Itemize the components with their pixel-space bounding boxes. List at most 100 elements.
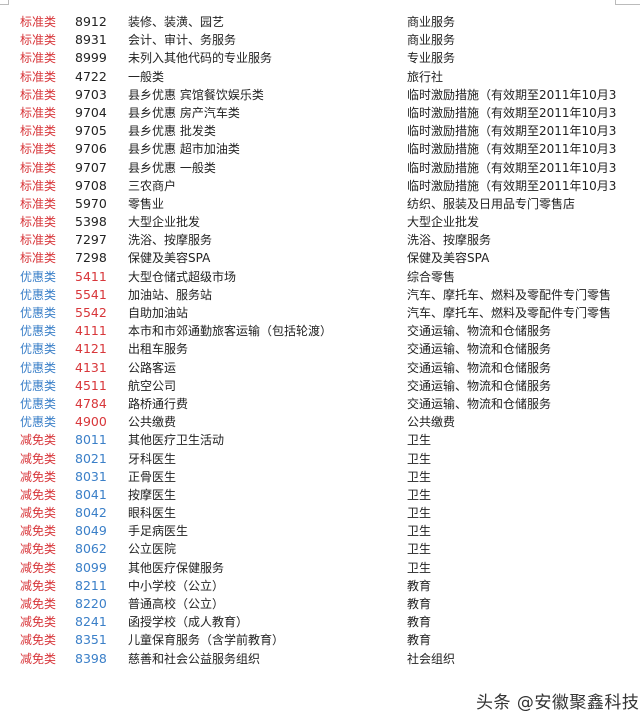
category-cell: 减免类: [20, 578, 57, 593]
description-cell: 牙科医生: [128, 451, 177, 466]
code-cell: 8049: [75, 523, 107, 539]
industry-cell: 纺织、服装及日用品专门零售店: [407, 196, 576, 211]
description-cell: 自助加油站: [128, 306, 189, 320]
table-row: 减免类 8099 其他医疗保健服务 卫生: [0, 559, 640, 577]
industry-cell: 临时激励措施（有效期至2011年10月3: [407, 142, 617, 157]
category-cell: 标准类: [20, 105, 57, 120]
code-cell: 8398: [75, 650, 107, 666]
industry-cell: 卫生: [407, 451, 432, 466]
description-cell: 本市和市郊通勤旅客运输（包括轮渡）: [128, 324, 333, 339]
industry-cell: 卫生: [407, 469, 432, 484]
category-cell: 标准类: [20, 124, 57, 139]
industry-cell: 交通运输、物流和仓储服务: [407, 396, 552, 411]
industry-cell: 卫生: [407, 487, 432, 502]
category-cell: 优惠类: [20, 269, 57, 284]
table-row: 减免类 8049 手足病医生 卫生: [0, 522, 640, 540]
industry-cell: 专业服务: [407, 51, 456, 66]
code-cell: 8041: [75, 486, 107, 502]
code-cell: 9704: [75, 104, 107, 120]
table-row: 标准类 7298 保健及美容SPA 保健及美容SPA: [0, 249, 640, 267]
category-cell: 减免类: [20, 451, 57, 466]
industry-cell: 临时激励措施（有效期至2011年10月3: [407, 124, 617, 139]
category-cell: 优惠类: [20, 342, 57, 357]
category-cell: 减免类: [20, 524, 57, 539]
code-cell: 4121: [75, 341, 107, 357]
code-cell: 8021: [75, 450, 107, 466]
code-cell: 9705: [75, 123, 107, 139]
category-cell: 优惠类: [20, 396, 57, 411]
category-cell: 优惠类: [20, 360, 57, 375]
description-cell: 保健及美容SPA: [128, 251, 211, 266]
industry-cell: 临时激励措施（有效期至2011年10月3: [407, 160, 617, 175]
code-cell: 5398: [75, 214, 107, 230]
industry-cell: 卫生: [407, 542, 432, 557]
industry-cell: 卫生: [407, 506, 432, 521]
description-cell: 三农商户: [128, 178, 177, 193]
category-cell: 优惠类: [20, 287, 57, 302]
code-cell: 8241: [75, 614, 107, 630]
description-cell: 正骨医生: [128, 469, 177, 484]
code-cell: 7298: [75, 250, 107, 266]
table-row: 优惠类 4121 出租车服务 交通运输、物流和仓储服务: [0, 340, 640, 358]
category-cell: 减免类: [20, 506, 57, 521]
table-row: 优惠类 4900 公共缴费 公共缴费: [0, 413, 640, 431]
category-cell: 标准类: [20, 33, 57, 48]
industry-cell: 旅行社: [407, 69, 444, 84]
code-cell: 5970: [75, 195, 107, 211]
industry-cell: 教育: [407, 597, 432, 611]
description-cell: 县乡优惠 批发类: [128, 124, 216, 139]
code-cell: 8062: [75, 541, 107, 557]
description-cell: 出租车服务: [128, 342, 189, 357]
industry-cell: 临时激励措施（有效期至2011年10月3: [407, 178, 617, 193]
industry-cell: 交通运输、物流和仓储服务: [407, 324, 552, 339]
industry-cell: 汽车、摩托车、燃料及零配件专门零售: [407, 287, 612, 302]
description-cell: 大型企业批发: [128, 215, 201, 230]
table-row: 减免类 8398 慈善和社会公益服务组织 社会组织: [0, 650, 640, 668]
category-cell: 优惠类: [20, 415, 57, 430]
description-cell: 普通高校（公立）: [128, 597, 225, 611]
industry-cell: 汽车、摩托车、燃料及零配件专门零售: [407, 306, 612, 320]
code-cell: 4722: [75, 68, 107, 84]
description-cell: 县乡优惠 宾馆餐饮娱乐类: [128, 87, 264, 102]
category-cell: 减免类: [20, 615, 57, 630]
table-row: 标准类 5398 大型企业批发 大型企业批发: [0, 213, 640, 231]
category-cell: 标准类: [20, 196, 57, 211]
table-row: 优惠类 5542 自助加油站 汽车、摩托车、燃料及零配件专门零售: [0, 304, 640, 322]
category-cell: 标准类: [20, 51, 57, 66]
description-cell: 县乡优惠 房产汽车类: [128, 105, 240, 120]
category-cell: 标准类: [20, 160, 57, 175]
code-cell: 8211: [75, 577, 107, 593]
industry-cell: 商业服务: [407, 33, 456, 48]
code-cell: 4111: [75, 323, 107, 339]
description-cell: 加油站、服务站: [128, 287, 213, 302]
code-cell: 8031: [75, 468, 107, 484]
description-cell: 一般类: [128, 69, 165, 84]
industry-cell: 交通运输、物流和仓储服务: [407, 342, 552, 357]
code-cell: 9708: [75, 177, 107, 193]
code-cell: 8912: [75, 14, 107, 29]
code-cell: 5542: [75, 305, 107, 320]
category-cell: 减免类: [20, 633, 57, 648]
table-row: 标准类 9704 县乡优惠 房产汽车类 临时激励措施（有效期至2011年10月3: [0, 104, 640, 122]
code-cell: 4511: [75, 377, 107, 393]
description-cell: 按摩医生: [128, 487, 177, 502]
category-cell: 标准类: [20, 87, 57, 102]
table-row: 优惠类 4111 本市和市郊通勤旅客运输（包括轮渡） 交通运输、物流和仓储服务: [0, 322, 640, 340]
category-cell: 标准类: [20, 215, 57, 230]
industry-cell: 保健及美容SPA: [407, 251, 490, 266]
category-cell: 减免类: [20, 469, 57, 484]
table-row: 减免类 8220 普通高校（公立） 教育: [0, 595, 640, 613]
table-row: 优惠类 5541 加油站、服务站 汽车、摩托车、燃料及零配件专门零售: [0, 286, 640, 304]
industry-cell: 卫生: [407, 524, 432, 539]
code-cell: 8011: [75, 432, 107, 448]
category-cell: 标准类: [20, 69, 57, 84]
code-cell: 4900: [75, 414, 107, 430]
description-cell: 其他医疗卫生活动: [128, 433, 225, 448]
category-cell: 优惠类: [20, 324, 57, 339]
code-cell: 9707: [75, 159, 107, 175]
table-row: 标准类 4722 一般类 旅行社: [0, 68, 640, 86]
table-row: 标准类 5970 零售业 纺织、服装及日用品专门零售店: [0, 195, 640, 213]
description-cell: 函授学校（成人教育）: [128, 615, 249, 630]
description-cell: 县乡优惠 一般类: [128, 160, 216, 175]
table-row: 减免类 8211 中小学校（公立） 教育: [0, 577, 640, 595]
